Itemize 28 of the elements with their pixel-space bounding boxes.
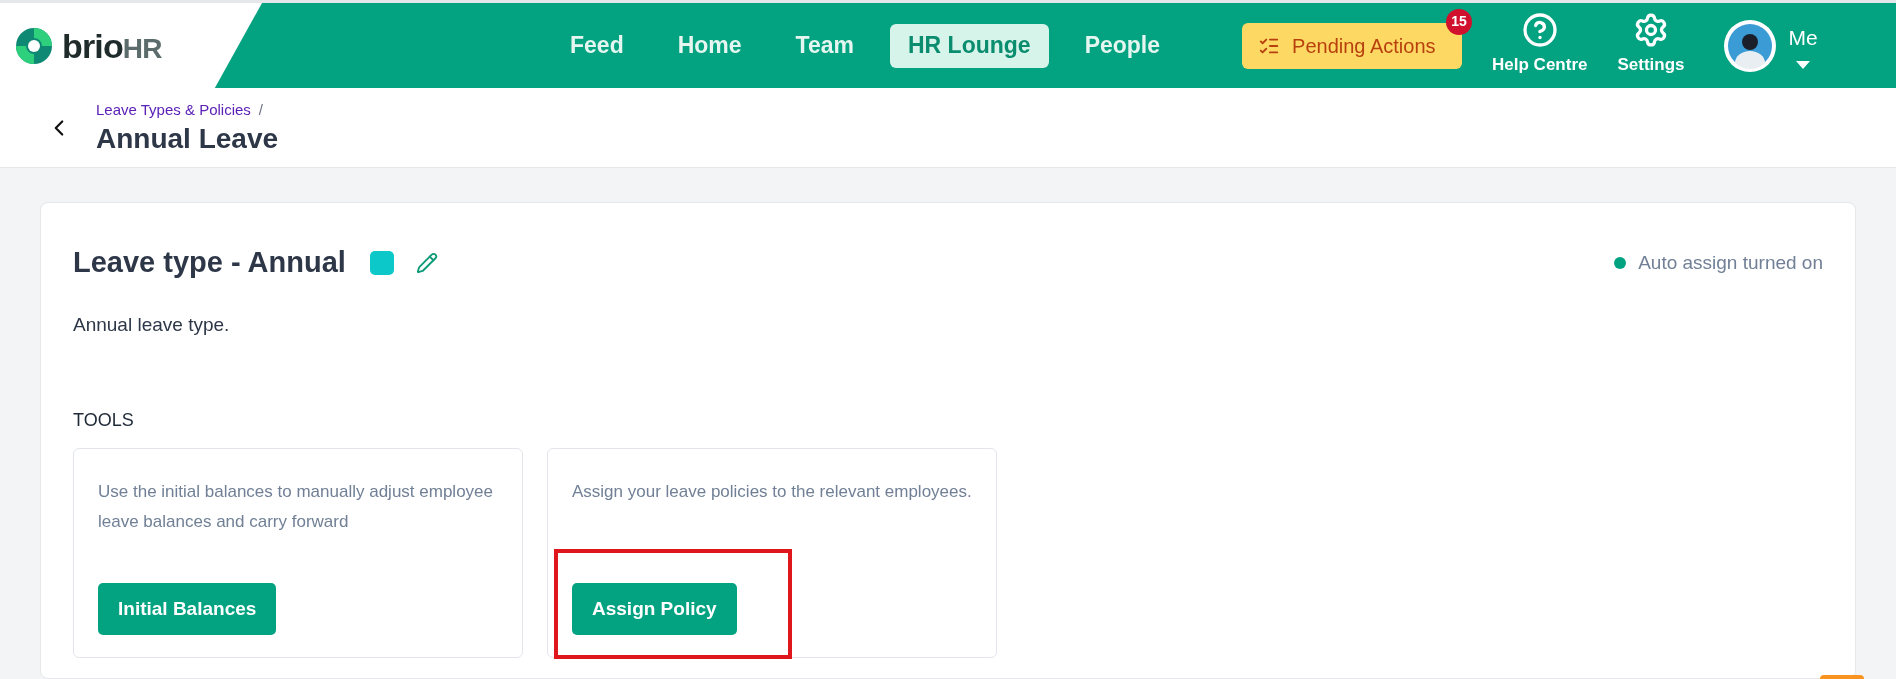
nav-tab[interactable]: Team	[777, 23, 872, 68]
tool-button[interactable]: Initial Balances	[98, 583, 277, 635]
edit-icon[interactable]	[415, 251, 438, 274]
leave-type-title: Leave type - Annual	[73, 245, 346, 280]
logo-icon	[14, 25, 54, 66]
breadcrumb-link[interactable]: Leave Types & Policies	[96, 98, 251, 122]
auto-assign-status: Auto assign turned on	[1638, 250, 1823, 275]
notification-badge: 15	[1446, 8, 1473, 35]
nav-tab[interactable]: People	[1066, 23, 1179, 68]
tool-button[interactable]: Assign Policy	[572, 583, 737, 635]
page-title: Annual Leave	[96, 122, 279, 157]
avatar	[1722, 18, 1777, 73]
help-icon	[1521, 12, 1558, 48]
nav-tab[interactable]: HR Lounge	[890, 23, 1049, 68]
help-centre-button[interactable]: Help Centre	[1492, 3, 1588, 88]
profile-menu-button[interactable]: Me	[1788, 21, 1818, 70]
logo-text: brioHR	[62, 28, 162, 63]
tools-heading: TOOLS	[73, 409, 135, 432]
tool-description: Assign your leave policies to the relevant employees.	[572, 481, 972, 503]
breadcrumb-separator: /	[258, 99, 263, 120]
nav-tab[interactable]: Feed	[552, 23, 642, 68]
settings-button[interactable]: Settings	[1617, 3, 1685, 88]
nav-tab[interactable]: Home	[659, 23, 760, 68]
caret-icon	[1796, 61, 1811, 70]
tool-description: Use the initial balances to manually adjust employee leave balances and carry forward	[98, 481, 494, 533]
settings-icon	[1633, 12, 1669, 48]
leave-type-description: Annual leave type.	[73, 312, 231, 337]
chat-bubble	[1820, 675, 1864, 679]
